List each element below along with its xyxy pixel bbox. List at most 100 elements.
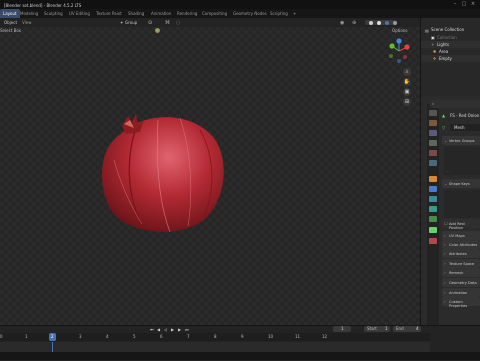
play-icon[interactable]: ▶ <box>171 327 174 332</box>
world-tab-icon[interactable] <box>429 160 437 166</box>
frame-tick: 8 <box>214 334 217 339</box>
chevron-right-icon: › <box>444 241 446 247</box>
mesh-name-field[interactable]: Mesh <box>450 124 480 131</box>
navigation-gizmo[interactable] <box>386 38 412 64</box>
panel-animation[interactable]: › Animation <box>442 288 480 297</box>
frame-tick: 11 <box>295 334 301 339</box>
rendered-shading-icon[interactable] <box>393 20 397 25</box>
view-menu[interactable]: View <box>22 20 32 25</box>
tab-geometry-nodes[interactable]: Geometry Nodes <box>230 9 270 18</box>
workspace-tabs: Layout Modeling Sculpting UV Editing Tex… <box>0 9 480 18</box>
wireframe-shading-icon[interactable] <box>369 20 373 25</box>
transform-orientation-dropdown[interactable]: Group <box>125 20 137 25</box>
maximize-button[interactable]: □ <box>461 2 467 7</box>
material-tab-icon[interactable] <box>429 238 437 244</box>
object-name[interactable]: FS - Red Onion <box>450 114 479 118</box>
add-workspace-button[interactable]: + <box>290 9 299 18</box>
mode-dropdown[interactable]: Object <box>4 20 17 25</box>
snap-icon[interactable]: ⌘ <box>165 20 170 26</box>
outliner-item-label: Empty <box>439 55 452 61</box>
grid-icon[interactable]: ⊞ <box>403 98 411 106</box>
solid-shading-icon[interactable] <box>377 20 381 25</box>
chevron-right-icon: › <box>444 260 446 266</box>
camera-icon[interactable]: ▣ <box>403 88 411 96</box>
next-keyframe-icon[interactable]: ▶ <box>178 327 181 332</box>
red-onion-model[interactable] <box>96 108 230 238</box>
proportional-edit-icon[interactable]: ◌ <box>176 20 180 26</box>
outliner-item-lights[interactable]: ✧ Lights <box>421 41 480 48</box>
title-bar: [Blender set.blend] - Blender 4.5.2 LTS … <box>0 0 480 9</box>
start-frame-field[interactable]: Start 1 <box>364 326 390 332</box>
list-resize-handle[interactable]: ⋯ <box>446 170 450 174</box>
tab-scripting[interactable]: Scripting <box>267 9 291 18</box>
panel-custom-properties[interactable]: › Custom Properties <box>442 297 480 308</box>
outliner-item-area[interactable]: ✺ Area <box>421 48 480 55</box>
panel-label: Vertex Groups <box>449 138 475 143</box>
modifier-tab-icon[interactable] <box>429 186 437 192</box>
outliner-item-label: Area <box>439 48 449 54</box>
tool-tab-icon[interactable] <box>429 110 437 116</box>
particles-tab-icon[interactable] <box>429 196 437 202</box>
options-dropdown[interactable]: Options <box>392 28 407 33</box>
view-layer-tab-icon[interactable] <box>429 140 437 146</box>
frame-tick: 3 <box>79 334 82 339</box>
window-title: [Blender set.blend] - Blender 4.5.2 LTS <box>4 2 82 8</box>
panel-add-rest-position[interactable]: ☐ Add Rest Position <box>442 219 480 230</box>
chevron-right-icon: › <box>444 298 446 304</box>
frame-tick: 6 <box>160 334 163 339</box>
tab-shading[interactable]: Shading <box>125 9 147 18</box>
close-button[interactable]: × <box>470 2 476 7</box>
tab-sculpting[interactable]: Sculpting <box>41 9 66 18</box>
tab-animation[interactable]: Animation <box>148 9 174 18</box>
end-frame-field[interactable]: End 4 <box>393 326 421 332</box>
chevron-down-icon: ⌄ <box>444 180 448 186</box>
outliner-item-empty[interactable]: ✣ Empty <box>421 55 480 62</box>
panel-color-attributes[interactable]: › Color Attributes <box>442 240 480 249</box>
data-tab-icon[interactable] <box>429 227 437 233</box>
panel-vertex-groups[interactable]: ⌄ Vertex Groups <box>442 136 480 145</box>
panel-remesh[interactable]: › Remesh <box>442 268 480 277</box>
current-frame-field[interactable]: 1 <box>333 326 351 332</box>
chevron-right-icon: › <box>444 269 446 275</box>
zoom-icon[interactable]: ⌕ <box>403 68 411 76</box>
tab-texture-paint[interactable]: Texture Paint <box>93 9 125 18</box>
viewport-subheader: Select Box Options <box>0 27 420 34</box>
panel-shape-keys[interactable]: ⌄ Shape Keys <box>442 179 480 188</box>
gizmo-icon[interactable]: ⊕ <box>352 20 356 26</box>
jump-end-icon[interactable]: ⏭ <box>185 327 189 332</box>
properties-search[interactable]: ⌕ <box>430 100 480 108</box>
render-tab-icon[interactable] <box>429 120 437 126</box>
frame-tick: 1 <box>25 334 28 339</box>
checkbox-icon[interactable]: ☐ <box>444 221 448 226</box>
object-tab-icon[interactable] <box>429 176 437 182</box>
play-reverse-icon[interactable]: ◁ <box>164 327 167 332</box>
output-tab-icon[interactable] <box>429 130 437 136</box>
outliner-item-collection[interactable]: ▣ Collection <box>421 34 480 41</box>
light-icon: ✧ <box>431 42 435 47</box>
material-shading-icon[interactable] <box>385 20 389 25</box>
mesh-data-icon: ▲ <box>442 113 446 118</box>
tab-uv-editing[interactable]: UV Editing <box>66 9 93 18</box>
timeline-track-area[interactable] <box>0 342 430 352</box>
panel-label: Texture Space <box>449 261 475 266</box>
constraints-tab-icon[interactable] <box>429 216 437 222</box>
tab-modeling[interactable]: Modeling <box>17 9 41 18</box>
panel-texture-space[interactable]: › Texture Space <box>442 259 480 268</box>
physics-tab-icon[interactable] <box>429 206 437 212</box>
visibility-icon[interactable]: ◉ <box>340 20 344 26</box>
shape-keys-list[interactable] <box>444 190 480 218</box>
panel-attributes[interactable]: › Attributes <box>442 249 480 258</box>
chevron-right-icon: › <box>444 250 446 256</box>
prev-keyframe-icon[interactable]: ◀ <box>157 327 160 332</box>
panel-uv-maps[interactable]: › UV Maps <box>442 231 480 240</box>
start-frame-value: 1 <box>385 326 388 331</box>
pivot-icon[interactable]: ⊙ <box>148 20 152 26</box>
select-box-tool[interactable]: Select Box <box>0 28 21 33</box>
minimize-button[interactable]: – <box>452 2 458 7</box>
panel-geometry-data[interactable]: › Geometry Data <box>442 278 480 287</box>
tab-compositing[interactable]: Compositing <box>199 9 230 18</box>
tab-rendering[interactable]: Rendering <box>174 9 200 18</box>
hand-icon[interactable]: ✋ <box>403 78 411 86</box>
jump-start-icon[interactable]: ⏮ <box>150 327 154 332</box>
scene-tab-icon[interactable] <box>429 150 437 156</box>
